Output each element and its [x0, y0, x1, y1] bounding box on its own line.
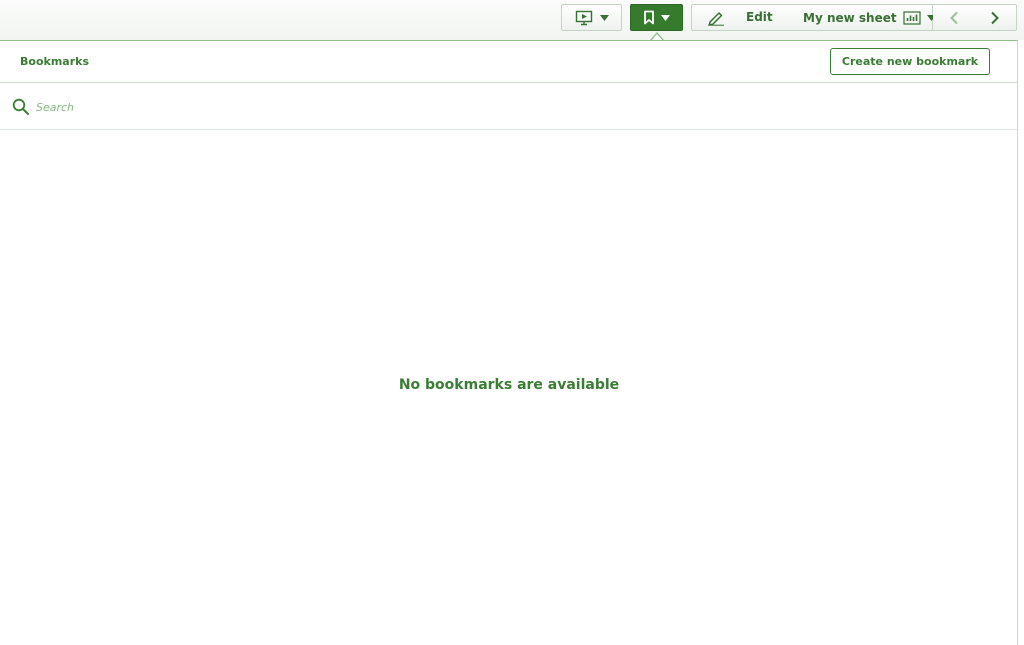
next-sheet-button[interactable] — [974, 4, 1017, 31]
previous-sheet-button[interactable] — [933, 4, 975, 31]
empty-state-message: No bookmarks are available — [398, 377, 620, 393]
bookmark-icon — [643, 10, 655, 25]
presentation-play-icon — [575, 10, 593, 26]
edit-button[interactable]: Edit — [691, 4, 794, 31]
create-new-bookmark-button[interactable]: Create new bookmark — [830, 48, 990, 75]
edit-label: Edit — [746, 10, 773, 24]
search-icon — [12, 98, 30, 120]
chevron-down-icon — [599, 14, 609, 21]
search-bar — [0, 83, 1017, 130]
present-menu-button[interactable] — [561, 4, 622, 31]
bookmarks-panel: Bookmarks Create new bookmark No bookmar… — [0, 40, 1018, 645]
search-input[interactable] — [36, 96, 936, 118]
top-toolbar: Edit My new sheet — [0, 0, 1024, 41]
bookmarks-panel-header: Bookmarks Create new bookmark — [0, 41, 1017, 83]
popover-pointer — [650, 32, 664, 41]
sheet-chart-icon — [902, 10, 921, 25]
panel-title: Bookmarks — [20, 55, 89, 68]
sheet-selector-button[interactable]: My new sheet — [793, 4, 936, 31]
chevron-down-icon — [661, 14, 670, 21]
sheet-name-label: My new sheet — [803, 10, 897, 25]
bookmarks-menu-button[interactable] — [630, 4, 683, 31]
chevron-left-icon — [949, 11, 959, 25]
chevron-right-icon — [990, 11, 1000, 25]
